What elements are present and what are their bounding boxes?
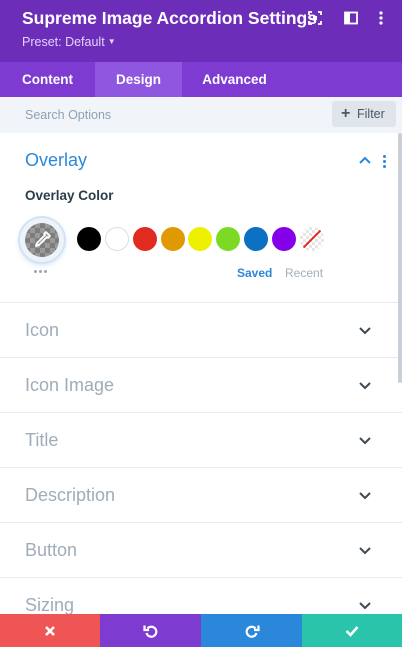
more-options-icon[interactable] [34, 270, 52, 274]
chevron-down-icon [359, 602, 371, 610]
section-options-icon[interactable] [383, 155, 387, 169]
preset-label: Preset: Default [22, 35, 105, 49]
close-icon [45, 625, 55, 636]
undo-icon [142, 625, 157, 638]
recent-colors-tab[interactable]: Recent [285, 266, 323, 280]
filter-label: Filter [357, 107, 385, 121]
modal-title: Supreme Image Accordion Settings [22, 8, 317, 28]
section-title-overlay[interactable]: Overlay [25, 150, 87, 171]
section-label: Title [25, 430, 59, 450]
swatch-black[interactable] [77, 227, 101, 251]
swatch-transparent[interactable] [300, 227, 324, 251]
action-bar [0, 614, 402, 647]
expand-icon[interactable] [307, 10, 323, 26]
caret-down-icon: ▼ [107, 37, 116, 46]
search-input[interactable]: Search Options [25, 108, 111, 122]
filter-button[interactable]: + Filter [332, 101, 396, 127]
check-icon [345, 625, 359, 637]
section-label: Icon [25, 320, 60, 340]
more-vertical-icon[interactable] [373, 10, 389, 26]
section-icon-image[interactable]: Icon Image [0, 357, 402, 412]
chevron-down-icon [359, 437, 371, 445]
swatch-blue[interactable] [244, 227, 268, 251]
section-icon[interactable]: Icon [0, 302, 402, 357]
settings-tabs: Content Design Advanced [0, 62, 402, 97]
preset-selector[interactable]: Preset: Default ▼ [22, 35, 116, 49]
swatch-purple[interactable] [272, 227, 296, 251]
tab-advanced[interactable]: Advanced [182, 62, 287, 97]
tab-content[interactable]: Content [0, 62, 95, 97]
section-label: Sizing [25, 595, 75, 615]
chevron-down-icon [359, 547, 371, 555]
swatch-white[interactable] [105, 227, 129, 251]
section-label: Icon Image [25, 375, 115, 395]
section-description[interactable]: Description [0, 467, 402, 522]
search-bar: Search Options + Filter [0, 97, 402, 133]
settings-header: Supreme Image Accordion Settings Preset:… [0, 0, 402, 62]
tab-design[interactable]: Design [95, 62, 182, 97]
saved-colors-tab[interactable]: Saved [237, 266, 272, 280]
swatch-red[interactable] [133, 227, 157, 251]
swatch-orange[interactable] [161, 227, 185, 251]
chevron-up-icon[interactable] [358, 155, 372, 165]
chevron-down-icon [359, 492, 371, 500]
section-button[interactable]: Button [0, 522, 402, 577]
section-label: Description [25, 485, 116, 505]
eyedropper-icon [35, 231, 51, 247]
redo-icon [245, 625, 260, 638]
redo-button[interactable] [201, 614, 302, 647]
swatch-green[interactable] [216, 227, 240, 251]
undo-button[interactable] [100, 614, 201, 647]
color-picker-button[interactable] [20, 218, 64, 262]
swatch-yellow[interactable] [188, 227, 212, 251]
split-view-icon[interactable] [343, 10, 359, 26]
plus-icon: + [341, 105, 351, 122]
chevron-down-icon [359, 382, 371, 390]
section-label: Button [25, 540, 78, 560]
overlay-color-label: Overlay Color [25, 188, 114, 203]
chevron-down-icon [359, 327, 371, 335]
section-title[interactable]: Title [0, 412, 402, 467]
scrollbar[interactable] [398, 133, 402, 383]
cancel-button[interactable] [0, 614, 100, 647]
save-button[interactable] [302, 614, 402, 647]
